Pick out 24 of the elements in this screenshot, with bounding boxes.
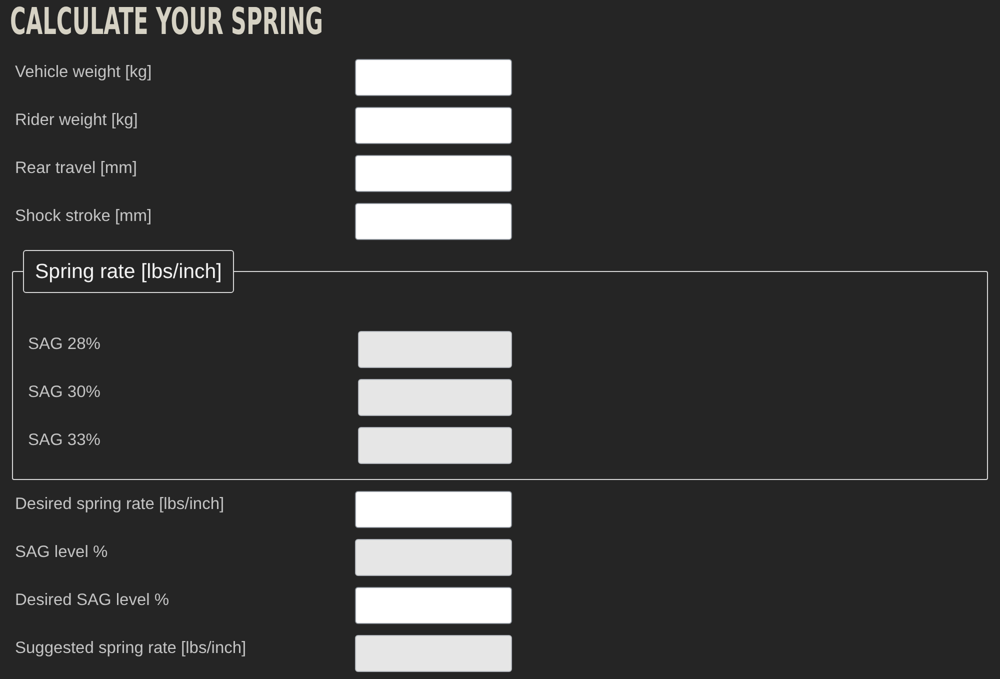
- input-field[interactable]: [355, 107, 512, 144]
- field-label: Rear travel [mm]: [15, 158, 138, 178]
- output-field[interactable]: [358, 331, 512, 368]
- output-field[interactable]: [355, 539, 512, 576]
- input-field[interactable]: [355, 203, 512, 240]
- field-label: SAG level %: [15, 542, 109, 562]
- field-label: Rider weight [kg]: [15, 110, 139, 130]
- field-label: Suggested spring rate [lbs/inch]: [15, 638, 248, 658]
- output-field[interactable]: [355, 635, 512, 672]
- input-field[interactable]: [355, 59, 512, 96]
- input-field[interactable]: [355, 491, 512, 528]
- input-field[interactable]: [355, 587, 512, 624]
- output-field[interactable]: [358, 427, 512, 464]
- field-label: Shock stroke [mm]: [15, 206, 153, 226]
- output-field[interactable]: [358, 379, 512, 416]
- field-label: Desired spring rate [lbs/inch]: [15, 494, 226, 514]
- page-title: CALCULATE YOUR SPRING: [10, 4, 323, 40]
- field-label: SAG 28%: [28, 334, 102, 354]
- input-field[interactable]: [355, 155, 512, 192]
- field-label: Vehicle weight [kg]: [15, 62, 153, 82]
- spring-rate-legend: Spring rate [lbs/inch]: [23, 250, 234, 293]
- field-label: SAG 33%: [28, 430, 102, 450]
- field-label: SAG 30%: [28, 382, 102, 402]
- field-label: Desired SAG level %: [15, 590, 170, 610]
